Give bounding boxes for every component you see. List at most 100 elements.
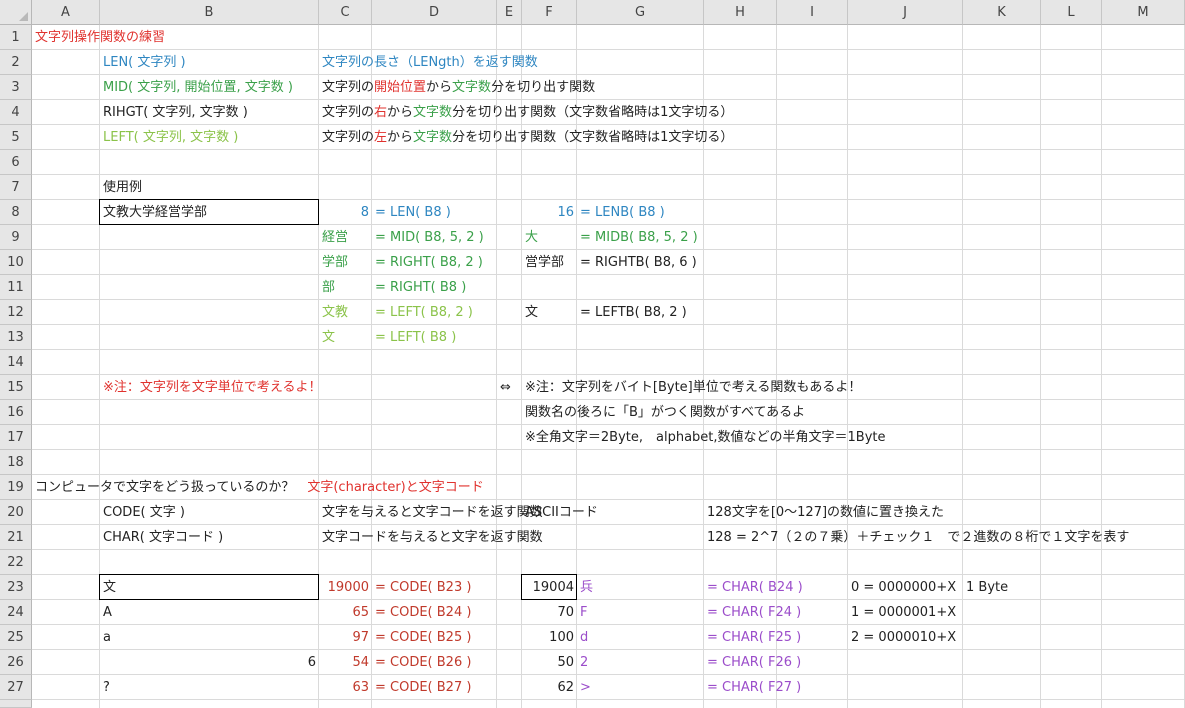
cell-h21[interactable]: 128 = 2^7（２の７乗）＋チェック１ で２進数の８桁で１文字を表す: [704, 525, 1132, 550]
cell-f17[interactable]: ※全角文字＝2Byte, alphabet,数値などの半角文字＝1Byte: [522, 425, 889, 450]
cell-c23[interactable]: 19000: [319, 575, 372, 600]
cell-b25[interactable]: a: [100, 625, 114, 650]
cell-j24[interactable]: 1 = 0000001+X: [848, 600, 959, 625]
cell-c20[interactable]: 文字を与えると文字コードを返す関数: [319, 500, 546, 525]
cell-g10[interactable]: = RIGHTB( B8, 6 ): [577, 250, 700, 275]
row-header-20[interactable]: 20: [0, 500, 32, 525]
cell-d9[interactable]: = MID( B8, 5, 2 ): [372, 225, 487, 250]
cell-c3[interactable]: 文字列の開始位置から文字数分を切り出す関数: [319, 75, 598, 100]
cell-c10[interactable]: 学部: [319, 250, 351, 275]
cell-g25[interactable]: d: [577, 625, 591, 650]
cell-j23[interactable]: 0 = 0000000+X: [848, 575, 959, 600]
cell-f10[interactable]: 営学部: [522, 250, 567, 275]
row-header-13[interactable]: 13: [0, 325, 32, 350]
row-header-24[interactable]: 24: [0, 600, 32, 625]
row-header-17[interactable]: 17: [0, 425, 32, 450]
column-header-l[interactable]: L: [1041, 0, 1102, 25]
cell-f8[interactable]: 16: [522, 200, 577, 225]
cell-h27[interactable]: = CHAR( F27 ): [704, 675, 804, 700]
cell-f15[interactable]: ※注：文字列をバイト[Byte]単位で考える関数もあるよ！: [522, 375, 864, 400]
cell-b4[interactable]: RIHGT( 文字列, 文字数 ): [100, 100, 251, 125]
cell-c11[interactable]: 部: [319, 275, 338, 300]
cell-c21[interactable]: 文字コードを与えると文字を返す関数: [319, 525, 546, 550]
cell-d23[interactable]: = CODE( B23 ): [372, 575, 474, 600]
cell-h20[interactable]: 128文字を[0～127]の数値に置き換えた: [704, 500, 947, 525]
cell-h23[interactable]: = CHAR( B24 ): [704, 575, 806, 600]
cell-f25[interactable]: 100: [522, 625, 577, 650]
cell-b23[interactable]: 文: [100, 575, 119, 600]
cell-j25[interactable]: 2 = 0000010+X: [848, 625, 959, 650]
column-header-e[interactable]: E: [497, 0, 522, 25]
row-header-4[interactable]: 4: [0, 100, 32, 125]
cell-f26[interactable]: 50: [522, 650, 577, 675]
cell-h24[interactable]: = CHAR( F24 ): [704, 600, 804, 625]
cell-b8[interactable]: 文教大学経営学部: [100, 200, 210, 225]
cell-f9[interactable]: 大: [522, 225, 541, 250]
cell-b7[interactable]: 使用例: [100, 175, 145, 200]
cell-f20[interactable]: ASCIIコード: [522, 500, 601, 525]
column-header-d[interactable]: D: [372, 0, 497, 25]
cell-h26[interactable]: = CHAR( F26 ): [704, 650, 804, 675]
row-header-11[interactable]: 11: [0, 275, 32, 300]
cell-c12[interactable]: 文教: [319, 300, 351, 325]
cell-c26[interactable]: 54: [319, 650, 372, 675]
cell-b5[interactable]: LEFT( 文字列, 文字数 ): [100, 125, 241, 150]
spreadsheet-grid[interactable]: ABCDEFGHIJKLM 1 2 3 4 5 6 7 8 9 10 11 12 13 14 15 16 17 1…: [0, 0, 1185, 708]
row-header-9[interactable]: 9: [0, 225, 32, 250]
row-header-27[interactable]: 27: [0, 675, 32, 700]
cell-d12[interactable]: = LEFT( B8, 2 ): [372, 300, 476, 325]
cell-c9[interactable]: 経営: [319, 225, 351, 250]
cell-g12[interactable]: = LEFTB( B8, 2 ): [577, 300, 690, 325]
column-header-g[interactable]: G: [577, 0, 704, 25]
cell-d27[interactable]: = CODE( B27 ): [372, 675, 474, 700]
cell-b21[interactable]: CHAR( 文字コード ): [100, 525, 226, 550]
cell-d8[interactable]: = LEN( B8 ): [372, 200, 454, 225]
cell-b2[interactable]: LEN( 文字列 ): [100, 50, 189, 75]
cell-b27[interactable]: ?: [100, 675, 113, 700]
cell-c8[interactable]: 8: [319, 200, 372, 225]
cell-c5[interactable]: 文字列の左から文字数分を切り出す関数（文字数省略時は1文字切る）: [319, 125, 736, 150]
row-header-22[interactable]: 22: [0, 550, 32, 575]
cell-e15[interactable]: ⇔: [497, 375, 514, 400]
column-header-h[interactable]: H: [704, 0, 777, 25]
column-header-m[interactable]: M: [1102, 0, 1185, 25]
cell-b20[interactable]: CODE( 文字 ): [100, 500, 188, 525]
cell-f16[interactable]: 関数名の後ろに「B」がつく関数がすべてあるよ: [522, 400, 808, 425]
cell-c24[interactable]: 65: [319, 600, 372, 625]
cell-d10[interactable]: = RIGHT( B8, 2 ): [372, 250, 486, 275]
cell-g8[interactable]: = LENB( B8 ): [577, 200, 668, 225]
cell-c13[interactable]: 文: [319, 325, 338, 350]
row-header-10[interactable]: 10: [0, 250, 32, 275]
row-header-19[interactable]: 19: [0, 475, 32, 500]
row-header-18[interactable]: 18: [0, 450, 32, 475]
cell-h25[interactable]: = CHAR( F25 ): [704, 625, 804, 650]
cell-d11[interactable]: = RIGHT( B8 ): [372, 275, 469, 300]
cell-b24[interactable]: A: [100, 600, 115, 625]
row-header-23[interactable]: 23: [0, 575, 32, 600]
column-header-j[interactable]: J: [848, 0, 963, 25]
column-header-b[interactable]: B: [100, 0, 319, 25]
row-header-6[interactable]: 6: [0, 150, 32, 175]
cell-c25[interactable]: 97: [319, 625, 372, 650]
cell-c2[interactable]: 文字列の長さ（LENgth）を返す関数: [319, 50, 541, 75]
cell-c4[interactable]: 文字列の右から文字数分を切り出す関数（文字数省略時は1文字切る）: [319, 100, 736, 125]
cell-b3[interactable]: MID( 文字列, 開始位置, 文字数 ): [100, 75, 296, 100]
cell-g27[interactable]: >: [577, 675, 594, 700]
cell-f24[interactable]: 70: [522, 600, 577, 625]
row-header-21[interactable]: 21: [0, 525, 32, 550]
row-header-3[interactable]: 3: [0, 75, 32, 100]
cell-g9[interactable]: = MIDB( B8, 5, 2 ): [577, 225, 701, 250]
cell-g26[interactable]: 2: [577, 650, 591, 675]
select-all-corner[interactable]: [0, 0, 32, 25]
row-header-1[interactable]: 1: [0, 25, 32, 50]
column-header-k[interactable]: K: [963, 0, 1041, 25]
row-header-26[interactable]: 26: [0, 650, 32, 675]
cell-f27[interactable]: 62: [522, 675, 577, 700]
column-header-i[interactable]: I: [777, 0, 848, 25]
cell-f12[interactable]: 文: [522, 300, 541, 325]
row-header-5[interactable]: 5: [0, 125, 32, 150]
row-header-7[interactable]: 7: [0, 175, 32, 200]
row-header-14[interactable]: 14: [0, 350, 32, 375]
cell-g23[interactable]: 兵: [577, 575, 596, 600]
cell-d26[interactable]: = CODE( B26 ): [372, 650, 474, 675]
